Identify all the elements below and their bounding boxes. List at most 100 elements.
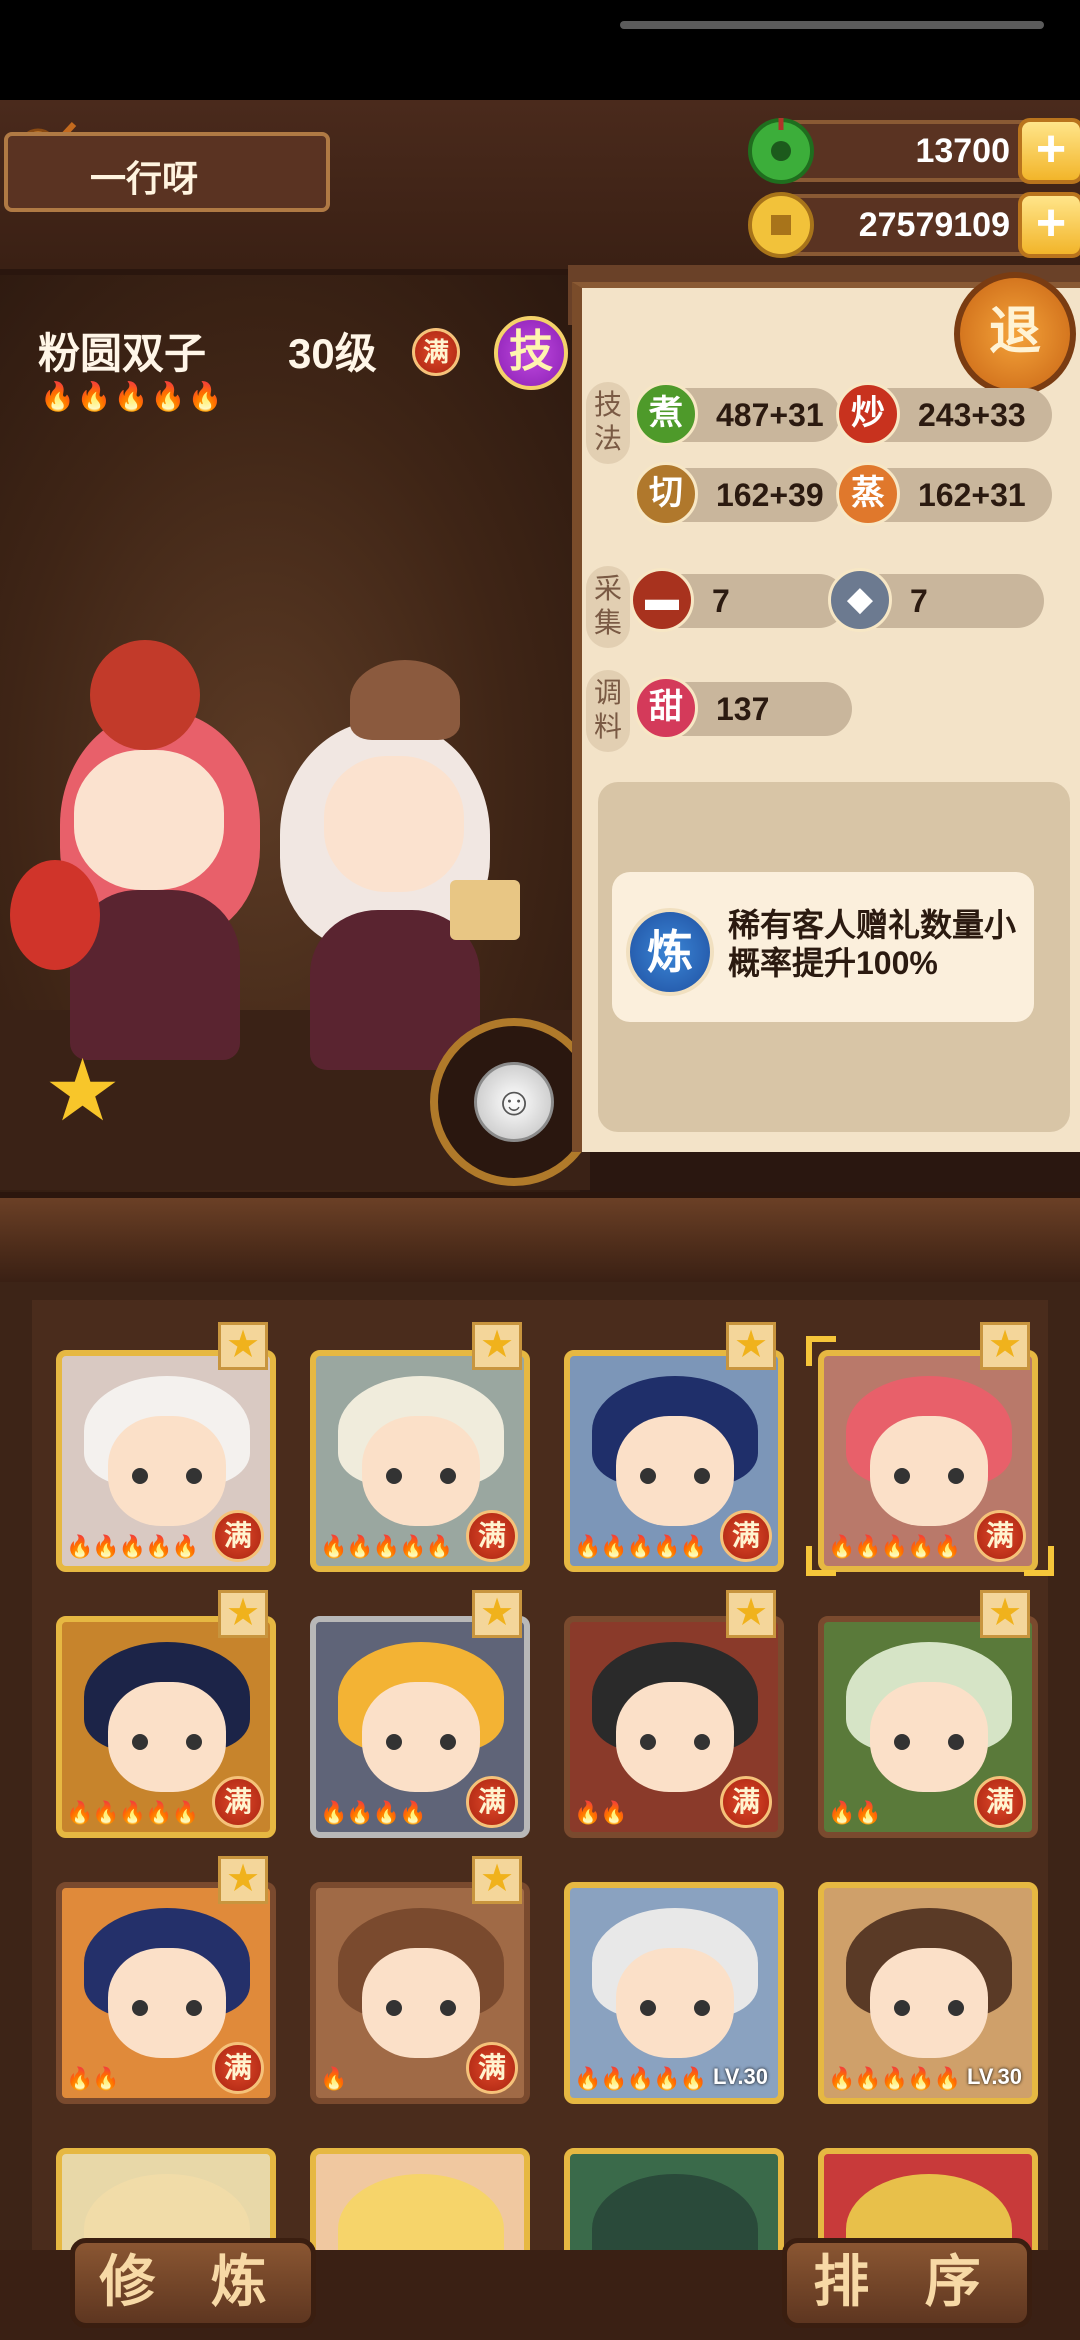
card-max-badge: 满 (212, 1776, 264, 1828)
stat-fry: 炒 243+33 (836, 382, 1052, 446)
stat-boil: 煮 487+31 (634, 382, 840, 446)
stat-cut: 切 162+39 (634, 462, 840, 526)
favorite-star-icon[interactable]: ★ (44, 1048, 121, 1134)
roster-card[interactable]: 🔥 满 (310, 1882, 530, 2104)
sweet-icon: 甜 (634, 676, 698, 740)
card-flames: 🔥🔥🔥🔥 (320, 1800, 427, 1825)
fry-icon: 炒 (836, 382, 900, 446)
boil-value: 487+31 (716, 397, 824, 433)
card-star-icon: ★ (218, 1590, 268, 1638)
roster-card[interactable]: 🔥🔥🔥🔥🔥 LV.30 (564, 1882, 784, 2104)
refine-icon: 炼 (626, 908, 714, 996)
card-flames: 🔥🔥🔥🔥🔥 (66, 1800, 199, 1825)
roster-card[interactable]: 🔥🔥🔥🔥🔥 LV.30 (818, 1882, 1038, 2104)
card-level: LV.30 (712, 2064, 768, 2089)
home-indicator (620, 21, 1044, 29)
selection-corner (806, 1336, 836, 1366)
character-right-sprite[interactable] (270, 660, 520, 1070)
roster-card[interactable]: 🔥🔥🔥🔥🔥 满 (56, 1616, 276, 1838)
rarity-flames: 🔥🔥🔥🔥🔥 (40, 381, 225, 412)
card-star-icon: ★ (472, 1856, 522, 1904)
player-name: 一行呀 (90, 158, 199, 199)
card-star-icon: ★ (472, 1590, 522, 1638)
selection-corner (806, 1546, 836, 1576)
card-star-icon: ★ (980, 1322, 1030, 1370)
fish-icon: ◆ (828, 568, 892, 632)
exit-button[interactable]: 退 (954, 272, 1076, 396)
meat-icon: ▬ (630, 568, 694, 632)
stat-sweet: 甜 137 (634, 676, 852, 740)
card-max-badge: 满 (466, 1776, 518, 1828)
card-star-icon: ★ (472, 1322, 522, 1370)
book-icon (450, 880, 520, 940)
coin-currency: 27579109 + (748, 192, 1080, 258)
season-label: 调料 (586, 670, 630, 752)
card-flames: 🔥🔥 (574, 1800, 628, 1825)
roster-card[interactable]: 🔥🔥 满 (56, 1882, 276, 2104)
card-max-badge: 满 (212, 2042, 264, 2094)
character-left-sprite[interactable] (10, 630, 280, 1060)
stat-steam: 蒸 162+31 (836, 462, 1052, 526)
card-flames: 🔥🔥 (66, 2066, 120, 2091)
jade-value: 13700 (915, 132, 1010, 170)
card-max-badge: 满 (974, 1776, 1026, 1828)
character-level: 30级 (288, 330, 377, 377)
jade-icon (748, 118, 814, 184)
character-name: 粉圆双子 (38, 330, 207, 377)
fan-icon (10, 860, 100, 970)
card-max-badge: 满 (720, 1510, 772, 1562)
roster-card[interactable]: 🔥🔥 满 (564, 1616, 784, 1838)
meat-value: 7 (712, 583, 730, 619)
card-max-badge: 满 (212, 1510, 264, 1562)
roster-card[interactable]: 🔥🔥🔥🔥 满 (310, 1616, 530, 1838)
jade-currency: 13700 + (748, 118, 1080, 184)
cat-coin-icon: ☺ (474, 1062, 554, 1142)
card-flames: 🔥🔥 (828, 1800, 882, 1825)
status-bar (0, 0, 1080, 100)
card-flames: 🔥🔥🔥🔥🔥 (828, 1534, 961, 1559)
coin-icon (748, 192, 814, 258)
card-flames: 🔥 (320, 2066, 347, 2091)
sort-button[interactable]: 排 序 (782, 2238, 1032, 2328)
add-jade-button[interactable]: + (1018, 118, 1080, 184)
steam-value: 162+31 (918, 477, 1026, 513)
card-star-icon: ★ (218, 1322, 268, 1370)
card-flames: 🔥🔥🔥🔥🔥 (66, 1534, 199, 1559)
boil-icon: 煮 (634, 382, 698, 446)
roster-card[interactable]: 🔥🔥🔥🔥🔥 满 (56, 1350, 276, 1572)
fish-value: 7 (910, 583, 928, 619)
card-max-badge: 满 (466, 1510, 518, 1562)
skill-button[interactable]: 技 (494, 316, 568, 390)
add-coin-button[interactable]: + (1018, 192, 1080, 258)
fry-value: 243+33 (918, 397, 1026, 433)
roster-card[interactable]: 🔥🔥🔥🔥🔥 满 (564, 1350, 784, 1572)
hat-icon (350, 660, 460, 740)
card-star-icon: ★ (726, 1322, 776, 1370)
card-star-icon: ★ (726, 1590, 776, 1638)
card-level: LV.30 (966, 2064, 1022, 2089)
card-star-icon: ★ (218, 1856, 268, 1904)
card-flames: 🔥🔥🔥🔥🔥 (574, 1534, 707, 1559)
card-star-icon: ★ (980, 1590, 1030, 1638)
coin-value: 27579109 (858, 206, 1010, 244)
sweet-value: 137 (716, 691, 770, 727)
technique-label: 技法 (586, 382, 630, 464)
steam-icon: 蒸 (836, 462, 900, 526)
roster-card[interactable]: 🔥🔥🔥🔥🔥 满 (310, 1350, 530, 1572)
card-max-badge: 满 (720, 1776, 772, 1828)
roster-card-selected[interactable]: 🔥🔥🔥🔥🔥 满 (818, 1350, 1038, 1572)
stat-meat: ▬ 7 (630, 568, 846, 632)
cut-icon: 切 (634, 462, 698, 526)
train-button[interactable]: 修 炼 (70, 2238, 316, 2328)
card-flames: 🔥🔥🔥🔥🔥 (574, 2066, 707, 2091)
max-level-badge: 满 (412, 328, 460, 376)
card-flames: 🔥🔥🔥🔥🔥 (320, 1534, 453, 1559)
stat-fish: ◆ 7 (828, 568, 1044, 632)
player-name-box[interactable]: 一行呀 (4, 132, 330, 212)
effect-text: 稀有客人赠礼数量小概率提升100% (728, 907, 1017, 981)
card-flames: 🔥🔥🔥🔥🔥 (828, 2066, 961, 2091)
card-max-badge: 满 (466, 2042, 518, 2094)
tomato-hat-icon (90, 640, 200, 750)
roster-card[interactable]: 🔥🔥 满 (818, 1616, 1038, 1838)
gather-label: 采集 (586, 566, 630, 648)
